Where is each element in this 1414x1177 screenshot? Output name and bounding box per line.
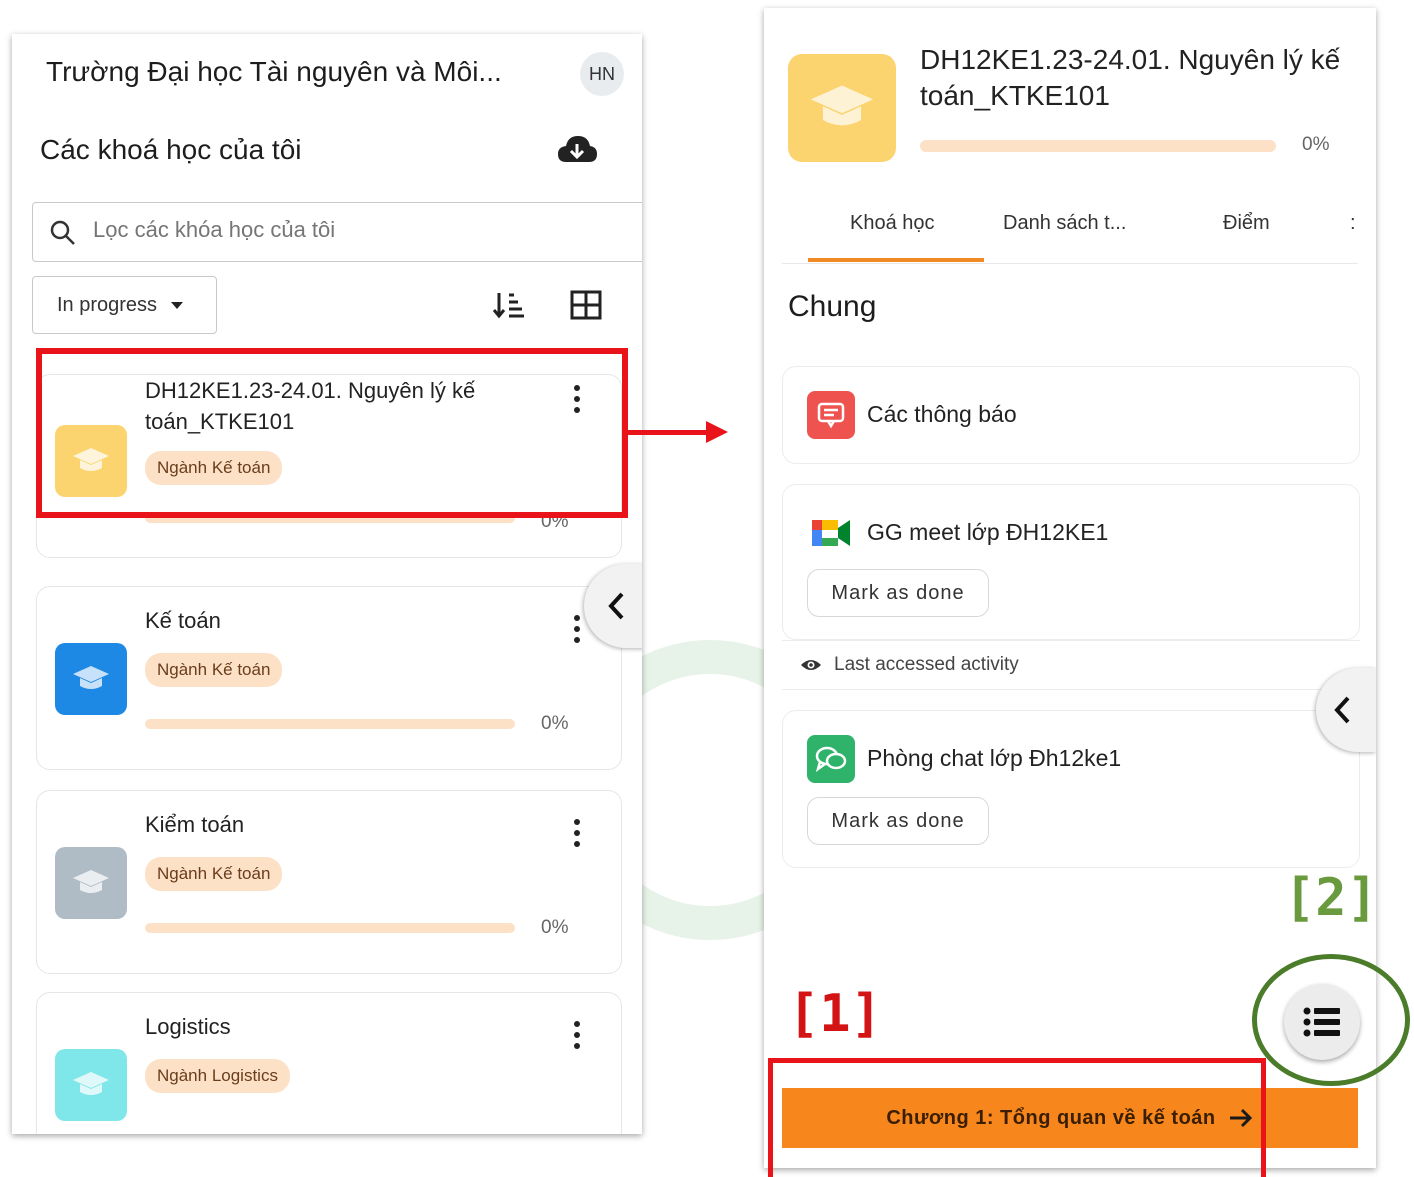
mark-as-done-button[interactable]: Mark as done xyxy=(807,569,989,617)
active-tab-indicator xyxy=(808,258,984,262)
annotation-label-1: [1] xyxy=(788,984,882,1044)
course-thumbnail xyxy=(788,54,896,162)
eye-icon xyxy=(801,660,821,670)
course-name[interactable]: Kế toán xyxy=(145,605,545,636)
course-thumbnail xyxy=(55,1049,127,1121)
activity-name[interactable]: GG meet lớp ĐH12KE1 xyxy=(867,519,1108,546)
activity-card[interactable]: Phòng chat lớp Đh12ke1 Mark as done xyxy=(782,710,1360,868)
grid-view-icon[interactable] xyxy=(570,290,602,320)
graduation-cap-icon xyxy=(73,666,109,689)
highlight-circle-fab xyxy=(1252,954,1410,1086)
activity-card[interactable]: Các thông báo xyxy=(782,366,1360,464)
tab-participants[interactable]: Danh sách t... xyxy=(1003,212,1126,235)
activity-card[interactable]: GG meet lớp ĐH12KE1 Mark as done xyxy=(782,484,1360,640)
section-title: Chung xyxy=(788,290,877,323)
graduation-cap-icon xyxy=(73,870,109,893)
course-progress-bar xyxy=(145,923,515,933)
site-title: Trường Đại học Tài nguyên và Môi... xyxy=(46,56,502,87)
course-progress-text: 0% xyxy=(541,917,569,938)
course-progress-text: 0% xyxy=(541,713,569,734)
last-accessed-label: Last accessed activity xyxy=(834,654,1019,675)
course-card[interactable]: Logistics Ngành Logistics xyxy=(36,992,622,1134)
search-icon xyxy=(50,220,75,245)
my-courses-screen: Trường Đại học Tài nguyên và Môi... HN C… xyxy=(12,34,642,1134)
course-thumbnail xyxy=(55,847,127,919)
course-category-tag: Ngành Logistics xyxy=(145,1059,290,1093)
chevron-left-icon xyxy=(608,592,624,620)
course-progress-bar xyxy=(920,140,1276,152)
course-card[interactable]: Kế toán Ngành Kế toán 0% xyxy=(36,586,622,770)
page-title: Các khoá học của tôi xyxy=(40,134,302,165)
course-progress-bar xyxy=(145,719,515,729)
course-category-tag: Ngành Kế toán xyxy=(145,857,283,891)
graduation-cap-icon xyxy=(73,1072,109,1095)
chevron-left-icon xyxy=(1334,696,1350,724)
chat-icon xyxy=(807,735,855,783)
mark-as-done-button[interactable]: Mark as done xyxy=(807,797,989,845)
progress-filter-dropdown[interactable]: In progress xyxy=(32,276,217,334)
course-name[interactable]: Logistics xyxy=(145,1011,545,1042)
filter-selected: In progress xyxy=(57,293,158,316)
activity-name[interactable]: Phòng chat lớp Đh12ke1 xyxy=(867,745,1121,772)
caret-down-icon xyxy=(171,301,184,309)
tab-course[interactable]: Khoá học xyxy=(850,212,935,235)
announcement-icon xyxy=(807,391,855,439)
search-input[interactable] xyxy=(93,217,613,243)
course-menu-button[interactable] xyxy=(567,1021,587,1055)
course-menu-button[interactable] xyxy=(567,615,587,649)
tab-more[interactable]: : xyxy=(1350,212,1356,235)
annotation-label-2: [2] xyxy=(1284,868,1378,928)
course-thumbnail xyxy=(55,643,127,715)
course-progress-text: 0% xyxy=(1302,134,1330,155)
last-accessed-indicator: Last accessed activity xyxy=(782,640,1360,690)
graduation-cap-icon xyxy=(810,85,874,126)
course-name[interactable]: Kiểm toán xyxy=(145,809,545,840)
highlight-box-next-button xyxy=(768,1058,1266,1177)
user-avatar[interactable]: HN xyxy=(580,52,624,96)
sort-icon[interactable] xyxy=(492,290,526,320)
course-tabs: Khoá học Danh sách t... Điểm : xyxy=(782,194,1358,264)
course-card[interactable]: Kiểm toán Ngành Kế toán 0% xyxy=(36,790,622,974)
cloud-download-icon[interactable] xyxy=(556,132,598,166)
course-menu-button[interactable] xyxy=(567,819,587,853)
course-search[interactable] xyxy=(32,202,642,262)
tab-grades[interactable]: Điểm xyxy=(1223,212,1270,235)
course-category-tag: Ngành Kế toán xyxy=(145,653,283,687)
activity-name[interactable]: Các thông báo xyxy=(867,401,1017,428)
course-title: DH12KE1.23-24.01. Nguyên lý kế toán_KTKE… xyxy=(920,44,1341,111)
arrow-connector xyxy=(624,430,710,435)
arrow-head xyxy=(706,421,728,443)
highlight-box-course xyxy=(36,348,628,518)
google-meet-icon xyxy=(807,509,855,557)
